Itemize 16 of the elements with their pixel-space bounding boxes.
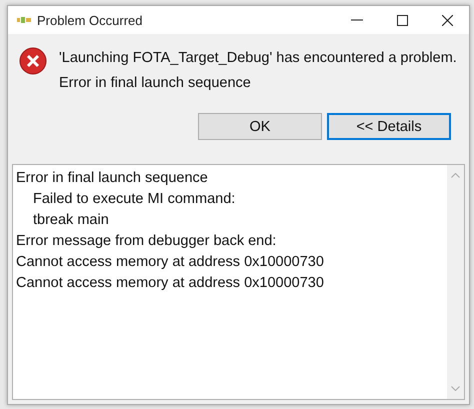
window-title: Problem Occurred (37, 12, 142, 28)
details-line: Error in final launch sequence (16, 169, 209, 188)
details-text-area[interactable]: Error in final launch sequence Failed to execute MI command: tbreak main Error message from debugger back end: Cannot access memory at address 0x10000730 Cannot access memory at address 0x10000730 (12, 164, 465, 400)
ok-button[interactable]: OK (198, 113, 322, 140)
details-line: Cannot access memory at address 0x10000730 (16, 253, 325, 272)
error-icon (19, 47, 47, 75)
message-text: Error in final launch sequence (59, 75, 252, 91)
details-line: tbreak main (32, 211, 110, 230)
details-line: Error message from debugger back end: (16, 232, 278, 251)
details-button[interactable]: << Details (327, 113, 451, 140)
details-line: Failed to execute MI command: (32, 190, 236, 209)
close-icon[interactable] (442, 14, 453, 26)
details-line: Cannot access memory at address 0x10000730 (16, 274, 325, 293)
app-icon (17, 17, 31, 23)
message-title: 'Launching FOTA_Target_Debug' has encountered a problem. (59, 50, 457, 66)
maximize-icon[interactable] (397, 14, 408, 26)
